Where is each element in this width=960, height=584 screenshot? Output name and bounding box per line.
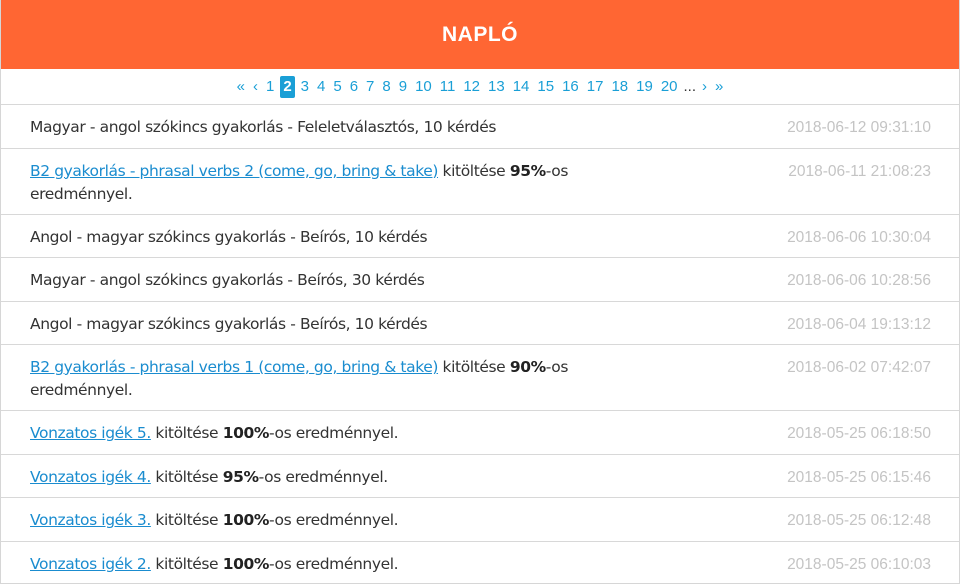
pagination-page-16[interactable]: 16: [558, 76, 583, 98]
pagination-next[interactable]: ›: [698, 76, 711, 98]
exercise-link[interactable]: B2 gyakorlás - phrasal verbs 2 (come, go…: [30, 162, 438, 180]
log-row: Vonzatos igék 5. kitöltése 100%-os eredm…: [1, 411, 959, 455]
log-entry-text: B2 gyakorlás - phrasal verbs 1 (come, go…: [30, 356, 590, 402]
score-value: 90%: [509, 358, 546, 376]
log-row: B2 gyakorlás - phrasal verbs 1 (come, go…: [1, 345, 959, 411]
pagination-page-4[interactable]: 4: [313, 76, 329, 98]
log-panel: NAPLÓ « ‹ 1 2 3 4 5 6 7 8 9 10 11 12 13 14 15 16 17 18 19 2…: [0, 0, 960, 584]
log-list: Magyar - angol szókincs gyakorlás - Fele…: [1, 105, 959, 584]
pagination-page-7[interactable]: 7: [362, 76, 378, 98]
exercise-link[interactable]: Vonzatos igék 2.: [30, 555, 151, 573]
log-entry-description: Magyar - angol szókincs gyakorlás - Fele…: [30, 118, 497, 136]
log-entry-text: Vonzatos igék 3. kitöltése 100%-os eredm…: [30, 509, 590, 532]
log-entry-text: Vonzatos igék 4. kitöltése 95%-os eredmé…: [30, 466, 590, 489]
pagination-page-1[interactable]: 1: [262, 76, 278, 98]
pagination-page-17[interactable]: 17: [583, 76, 608, 98]
pagination-page-20[interactable]: 20: [657, 76, 682, 98]
pagination-page-3[interactable]: 3: [297, 76, 313, 98]
log-row: Vonzatos igék 3. kitöltése 100%-os eredm…: [1, 498, 959, 542]
score-value: 95%: [509, 161, 546, 180]
score-value: 95%: [222, 467, 259, 486]
log-entry-description: kitöltése: [150, 424, 223, 442]
pagination-first[interactable]: «: [233, 76, 249, 98]
log-row: Magyar - angol szókincs gyakorlás - Beír…: [1, 258, 959, 302]
log-entry-description: Angol - magyar szókincs gyakorlás - Beír…: [30, 314, 428, 333]
log-entry-text: Angol - magyar szókincs gyakorlás - Beír…: [30, 226, 590, 249]
score-suffix: -os eredménnyel.: [269, 424, 399, 442]
exercise-link[interactable]: Vonzatos igék 3.: [30, 511, 151, 529]
log-timestamp: 2018-05-25 06:15:46: [787, 468, 931, 486]
log-entry-description: kitöltése: [150, 511, 223, 529]
pagination-prev[interactable]: ‹: [249, 76, 262, 98]
score-suffix: -os eredménnyel.: [269, 554, 399, 573]
pagination-page-8[interactable]: 8: [378, 76, 394, 98]
pagination-page-18[interactable]: 18: [607, 76, 632, 98]
log-timestamp: 2018-06-02 07:42:07: [787, 359, 931, 376]
log-timestamp: 2018-06-04 19:13:12: [787, 315, 931, 333]
log-entry-description: Magyar - angol szókincs gyakorlás - Beír…: [30, 271, 425, 289]
pagination-page-11[interactable]: 11: [436, 76, 460, 98]
pagination-page-15[interactable]: 15: [533, 76, 558, 98]
score-value: 100%: [222, 511, 270, 529]
log-entry-text: B2 gyakorlás - phrasal verbs 2 (come, go…: [30, 160, 590, 206]
pagination-page-12[interactable]: 12: [459, 76, 484, 98]
score-value: 100%: [222, 554, 270, 573]
log-timestamp: 2018-06-06 10:30:04: [787, 228, 931, 246]
log-row: Vonzatos igék 2. kitöltése 100%-os eredm…: [1, 542, 959, 584]
pagination: « ‹ 1 2 3 4 5 6 7 8 9 10 11 12 13 14 15 16 17 18 19 20 ... …: [1, 69, 959, 105]
log-timestamp: 2018-06-12 09:31:10: [787, 119, 931, 136]
score-suffix: -os eredménnyel.: [269, 511, 399, 529]
log-timestamp: 2018-05-25 06:18:50: [787, 425, 931, 442]
pagination-page-9[interactable]: 9: [395, 76, 411, 98]
score-value: 100%: [222, 424, 270, 442]
log-row: Angol - magyar szókincs gyakorlás - Beír…: [1, 302, 959, 345]
log-entry-description: kitöltése: [438, 358, 510, 376]
log-row: Magyar - angol szókincs gyakorlás - Fele…: [1, 105, 959, 149]
log-entry-description: kitöltése: [438, 161, 510, 180]
exercise-link[interactable]: Vonzatos igék 4.: [30, 468, 151, 486]
pagination-page-6[interactable]: 6: [346, 76, 362, 98]
log-entry-description: kitöltése: [150, 554, 223, 573]
log-row: B2 gyakorlás - phrasal verbs 2 (come, go…: [1, 149, 959, 215]
pagination-page-13[interactable]: 13: [484, 76, 509, 98]
log-row: Angol - magyar szókincs gyakorlás - Beír…: [1, 215, 959, 258]
log-entry-text: Magyar - angol szókincs gyakorlás - Fele…: [30, 116, 590, 139]
log-entry-text: Angol - magyar szókincs gyakorlás - Beír…: [30, 313, 590, 336]
pagination-numbers: 1 2 3 4 5 6 7 8 9 10 11 12 13 14 15 16 17 18 19 20: [262, 75, 682, 98]
log-entry-description: Angol - magyar szókincs gyakorlás - Beír…: [30, 227, 428, 246]
log-entry-text: Magyar - angol szókincs gyakorlás - Beír…: [30, 269, 590, 292]
exercise-link[interactable]: B2 gyakorlás - phrasal verbs 1 (come, go…: [30, 358, 438, 376]
pagination-links: « ‹ 1 2 3 4 5 6 7 8 9 10 11 12 13 14 15 16 17 18 19 20 ... …: [233, 75, 728, 98]
log-timestamp: 2018-06-11 21:08:23: [788, 162, 931, 180]
pagination-ellipsis: ...: [683, 78, 697, 95]
log-timestamp: 2018-06-06 10:28:56: [787, 272, 931, 289]
log-timestamp: 2018-05-25 06:10:03: [787, 555, 931, 573]
log-entry-text: Vonzatos igék 5. kitöltése 100%-os eredm…: [30, 422, 590, 445]
score-suffix: -os eredménnyel.: [258, 467, 389, 486]
pagination-page-10[interactable]: 10: [411, 76, 436, 98]
log-timestamp: 2018-05-25 06:12:48: [787, 512, 931, 529]
pagination-page-2[interactable]: 2: [280, 75, 295, 98]
page-title: NAPLÓ: [442, 22, 518, 46]
header-bar: NAPLÓ: [1, 0, 959, 69]
log-entry-description: kitöltése: [150, 467, 223, 486]
log-entry-text: Vonzatos igék 2. kitöltése 100%-os eredm…: [30, 553, 590, 576]
pagination-page-19[interactable]: 19: [632, 76, 657, 98]
log-row: Vonzatos igék 4. kitöltése 95%-os eredmé…: [1, 455, 959, 498]
pagination-page-5[interactable]: 5: [329, 76, 345, 98]
pagination-page-14[interactable]: 14: [509, 76, 534, 98]
exercise-link[interactable]: Vonzatos igék 5.: [30, 424, 151, 442]
pagination-last[interactable]: »: [711, 76, 727, 98]
